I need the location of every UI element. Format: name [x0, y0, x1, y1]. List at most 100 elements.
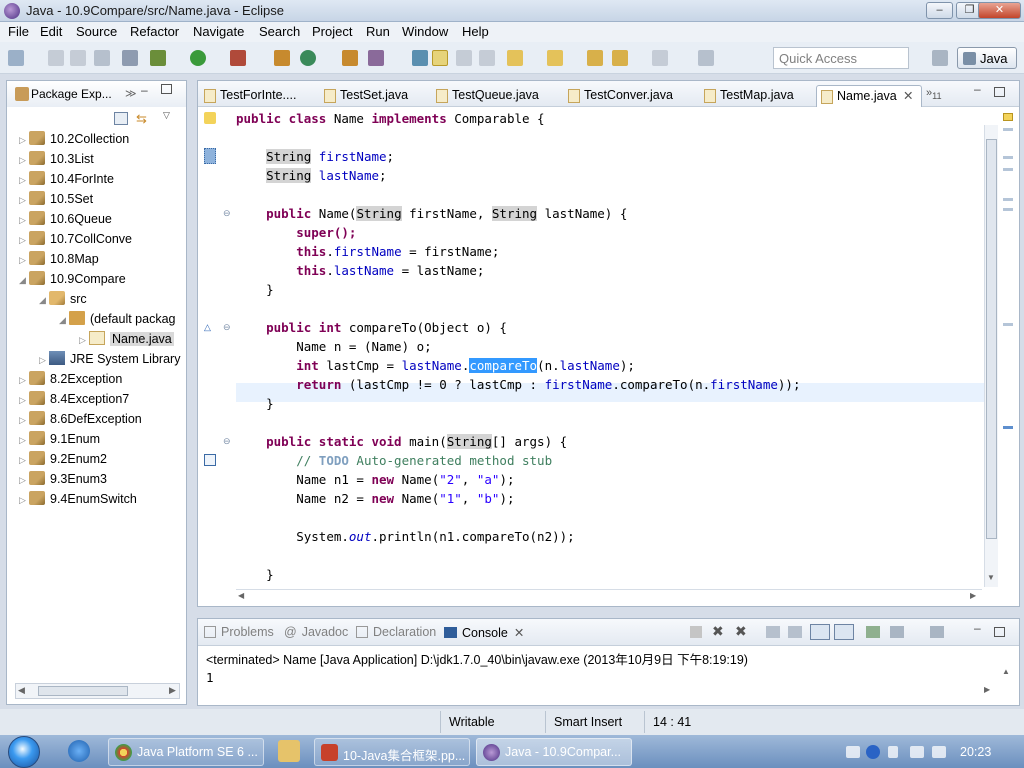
tree-item[interactable]: ▷ 10.5Set — [19, 191, 93, 211]
scrollbar-thumb[interactable] — [986, 139, 997, 539]
link-with-editor-icon[interactable]: ⇆ — [136, 111, 152, 126]
terminate-icon[interactable] — [690, 626, 702, 638]
tab-javadoc[interactable]: @ Javadoc — [284, 625, 348, 639]
tab-declaration[interactable]: Declaration — [356, 625, 436, 639]
maximize-editor-icon[interactable] — [994, 87, 1005, 97]
overview-marker[interactable] — [1003, 323, 1013, 326]
minimize-console-icon[interactable]: – — [974, 621, 981, 635]
tree-item[interactable]: ▷ 9.1Enum — [19, 431, 100, 451]
tree-item[interactable]: ▷ 8.2Exception — [19, 371, 122, 391]
minimize-editor-icon[interactable]: – — [974, 82, 981, 96]
warning-marker[interactable] — [1003, 113, 1013, 121]
tree-item[interactable]: ▷ JRE System Library — [39, 351, 180, 371]
editor-tab[interactable]: TestSet.java — [320, 85, 424, 107]
tree-item[interactable]: ▷ 10.3List — [19, 151, 94, 171]
close-view-icon[interactable]: ≫ — [125, 87, 137, 100]
close-button[interactable]: ✕ — [978, 2, 1021, 19]
back-icon[interactable] — [612, 50, 628, 66]
tree-item[interactable]: ▷ 9.3Enum3 — [19, 471, 107, 491]
scroll-up-icon[interactable]: ▲ — [1002, 667, 1010, 676]
console-output[interactable]: 1 — [206, 670, 214, 685]
remove-all-launches-icon[interactable]: ✖ — [735, 623, 747, 640]
tree-item[interactable]: ▷ 10.2Collection — [19, 131, 129, 151]
clock[interactable]: 20:23 — [960, 745, 991, 759]
tab-overflow[interactable]: »11 — [926, 87, 942, 101]
open-console-icon[interactable] — [930, 626, 944, 638]
show-on-output-icon[interactable] — [810, 624, 830, 640]
overview-marker[interactable] — [1003, 128, 1013, 131]
fold-icon[interactable]: ⊖ — [223, 436, 231, 447]
tree-item[interactable]: ▷ 10.8Map — [19, 251, 99, 271]
taskbar-item[interactable]: Java Platform SE 6 ... — [108, 738, 264, 766]
mark-occurrences-icon[interactable] — [432, 50, 448, 66]
show-whitespace-icon[interactable] — [479, 50, 495, 66]
external-tools-icon[interactable] — [230, 50, 246, 66]
print-icon[interactable] — [94, 50, 110, 66]
code-area[interactable]: ⊖ △ ⊖ ⊖ public class Name implements Com… — [198, 108, 984, 584]
toggle-breadcrumb-icon[interactable] — [412, 50, 428, 66]
block-selection-icon[interactable] — [456, 50, 472, 66]
save-all-icon[interactable] — [70, 50, 86, 66]
menu-help[interactable]: Help — [462, 24, 489, 39]
java-perspective-button[interactable]: Java — [957, 47, 1017, 69]
selected-text[interactable]: compareTo — [469, 358, 538, 373]
status-insert-mode[interactable]: Smart Insert — [545, 711, 643, 733]
editor-tab[interactable]: TestQueue.java — [432, 85, 556, 107]
show-on-error-icon[interactable] — [834, 624, 854, 640]
tree-item[interactable]: ▷ 9.2Enum2 — [19, 451, 107, 471]
editor-tab[interactable]: TestForInte.... — [200, 85, 312, 107]
fold-icon[interactable]: ⊖ — [223, 322, 231, 333]
search-tool-icon[interactable] — [368, 50, 384, 66]
quick-access-input[interactable]: Quick Access — [773, 47, 909, 69]
menu-refactor[interactable]: Refactor — [130, 24, 179, 39]
warning-icon[interactable] — [204, 112, 216, 124]
menu-run[interactable]: Run — [366, 24, 390, 39]
editor-horizontal-scrollbar[interactable]: ◀ ▶ — [236, 589, 982, 603]
tree-item[interactable]: ◢ (default packag — [59, 311, 175, 331]
pin-editor-icon[interactable] — [698, 50, 714, 66]
taskbar-item-active[interactable]: Java - 10.9Compar... — [476, 738, 632, 766]
scroll-down-icon[interactable]: ▼ — [987, 573, 995, 582]
menu-file[interactable]: File — [8, 24, 29, 39]
new-icon[interactable] — [8, 50, 24, 66]
taskbar-item[interactable]: 10-Java集合框架.pp... — [314, 738, 470, 766]
overview-marker[interactable] — [1003, 198, 1013, 201]
menu-search[interactable]: Search — [259, 24, 300, 39]
editor-tab[interactable]: TestConver.java — [564, 85, 694, 107]
forward-icon[interactable] — [652, 50, 668, 66]
scroll-right-icon[interactable]: ▶ — [169, 685, 176, 696]
open-perspective-icon[interactable] — [932, 50, 948, 66]
explorer-icon[interactable] — [278, 740, 300, 762]
scroll-left-icon[interactable]: ◀ — [238, 591, 244, 600]
maximize-console-icon[interactable] — [994, 627, 1005, 637]
menu-edit[interactable]: Edit — [40, 24, 62, 39]
menu-source[interactable]: Source — [76, 24, 117, 39]
new-class-icon[interactable] — [300, 50, 316, 66]
network-icon[interactable] — [910, 746, 924, 758]
last-edit-icon[interactable] — [587, 50, 603, 66]
scroll-lock-icon[interactable] — [788, 626, 802, 638]
run-icon[interactable] — [190, 50, 206, 66]
editor-tab[interactable]: TestMap.java — [700, 85, 812, 107]
minimize-view-icon[interactable]: – — [141, 83, 148, 97]
tree-item[interactable]: ▷ 10.6Queue — [19, 211, 112, 231]
close-tab-icon[interactable]: ✕ — [514, 626, 524, 640]
open-type-icon[interactable] — [342, 50, 358, 66]
help-icon[interactable] — [866, 745, 880, 759]
clear-console-icon[interactable] — [766, 626, 780, 638]
debug-icon[interactable] — [150, 50, 166, 66]
save-icon[interactable] — [48, 50, 64, 66]
overview-marker[interactable] — [1003, 208, 1013, 211]
volume-icon[interactable] — [932, 746, 946, 758]
tab-problems[interactable]: Problems — [204, 625, 274, 639]
internet-explorer-icon[interactable] — [68, 740, 90, 762]
keyboard-icon[interactable] — [846, 746, 860, 758]
tree-item[interactable]: ▷ 9.4EnumSwitch — [19, 491, 137, 511]
scrollbar-thumb[interactable] — [38, 686, 128, 696]
scroll-left-icon[interactable]: ◀ — [18, 685, 25, 696]
previous-annotation-icon[interactable] — [547, 50, 563, 66]
tree-item-selected[interactable]: ▷ Name.java — [79, 331, 174, 351]
tree-item[interactable]: ▷ 10.7CollConve — [19, 231, 132, 251]
menu-window[interactable]: Window — [402, 24, 448, 39]
scroll-right-icon[interactable]: ▶ — [984, 685, 990, 694]
